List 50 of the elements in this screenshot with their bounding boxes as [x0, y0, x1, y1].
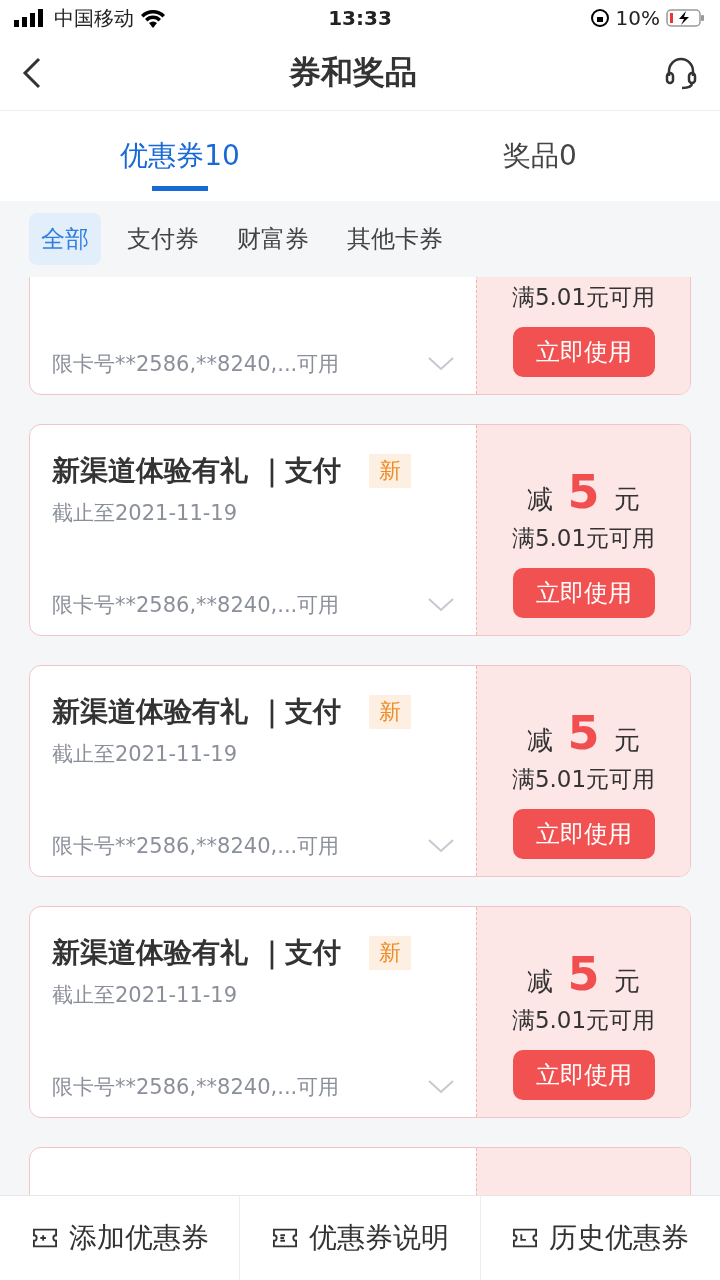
filter-tab[interactable]: 财富券 [225, 213, 321, 265]
usage-condition: 满5.01元可用 [511, 765, 656, 794]
headset-icon[interactable] [664, 56, 698, 90]
amount-prefix: 减 [527, 724, 554, 757]
ticket-icon [30, 1226, 59, 1250]
amount-value: 5 [567, 465, 600, 519]
ticket-icon [511, 1226, 540, 1250]
coupon-title: 新渠道体验有礼 ｜支付 [52, 935, 341, 972]
new-tag: 新 [368, 695, 411, 729]
chevron-down-icon[interactable] [428, 357, 454, 371]
chevron-down-icon[interactable] [428, 839, 454, 853]
chevron-down-icon[interactable] [428, 598, 454, 612]
carrier-name: 中国移动 [54, 4, 134, 32]
chevron-down-icon[interactable] [428, 1080, 454, 1094]
card-restriction: 限卡号**2586,**8240,...可用 [52, 833, 340, 860]
amount-unit: 元 [613, 483, 640, 516]
coupon-deadline: 截止至2021-11-19 [52, 741, 239, 768]
bottom-action[interactable]: 历史优惠券 [480, 1196, 720, 1280]
amount-prefix: 减 [527, 965, 554, 998]
amount-unit: 元 [613, 965, 640, 998]
bottom-action[interactable]: 优惠券说明 [240, 1196, 481, 1280]
usage-condition: 满5.01元可用 [511, 283, 656, 312]
card-restriction: 限卡号**2586,**8240,...可用 [52, 1074, 340, 1101]
filter-tab[interactable]: 支付券 [115, 213, 211, 265]
filter-tab[interactable]: 其他卡券 [335, 213, 455, 265]
rotation-lock-icon [589, 8, 610, 28]
new-tag: 新 [368, 454, 411, 488]
page-title: 券和奖品 [288, 52, 418, 93]
new-tag: 新 [368, 936, 411, 970]
coupon-title: 新渠道体验有礼 ｜支付 [52, 694, 341, 731]
amount-value: 5 [567, 947, 600, 1001]
coupon-title: 新渠道体验有礼 ｜支付 [52, 453, 341, 490]
status-time: 13:33 [327, 6, 393, 30]
usage-condition: 满5.01元可用 [511, 524, 656, 553]
bottom-action[interactable]: 添加优惠券 [0, 1196, 241, 1280]
coupon-deadline: 截止至2021-11-19 [52, 500, 239, 527]
battery-percent: 10% [615, 6, 660, 30]
back-icon[interactable] [22, 57, 42, 89]
card-restriction: 限卡号**2586,**8240,...可用 [52, 351, 340, 378]
coupon-deadline: 截止至2021-11-19 [52, 982, 239, 1009]
usage-condition: 满5.01元可用 [511, 1006, 656, 1035]
tab[interactable]: 优惠券10 [0, 111, 360, 201]
amount-value: 5 [567, 706, 600, 760]
ticket-icon [271, 1226, 299, 1250]
card-restriction: 限卡号**2586,**8240,...可用 [52, 592, 340, 619]
battery-charging-icon [666, 8, 706, 28]
amount-prefix: 减 [527, 483, 554, 516]
tab[interactable]: 奖品0 [360, 111, 720, 201]
amount-unit: 元 [613, 724, 640, 757]
wifi-icon [140, 8, 166, 28]
